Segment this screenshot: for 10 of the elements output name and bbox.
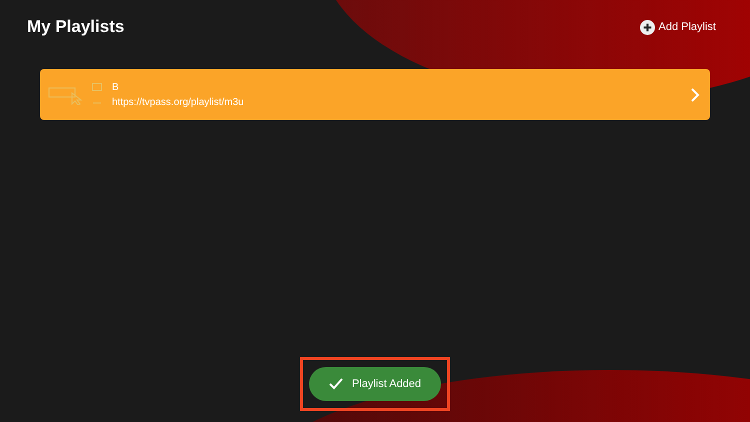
playlist-name: B: [112, 82, 120, 92]
plus-circle-icon: [640, 20, 655, 34]
add-playlist-button[interactable]: Add Playlist: [640, 20, 716, 34]
page-title: My Playlists: [27, 17, 124, 37]
toast-message: Playlist Added: [308, 367, 442, 401]
tag-icon: [92, 82, 102, 90]
chevron-right-icon: [690, 86, 700, 102]
check-icon: [328, 378, 343, 390]
playlist-url: https://tvpass.org/playlist/m3u: [112, 96, 245, 108]
pointer-drawing: [48, 84, 84, 104]
